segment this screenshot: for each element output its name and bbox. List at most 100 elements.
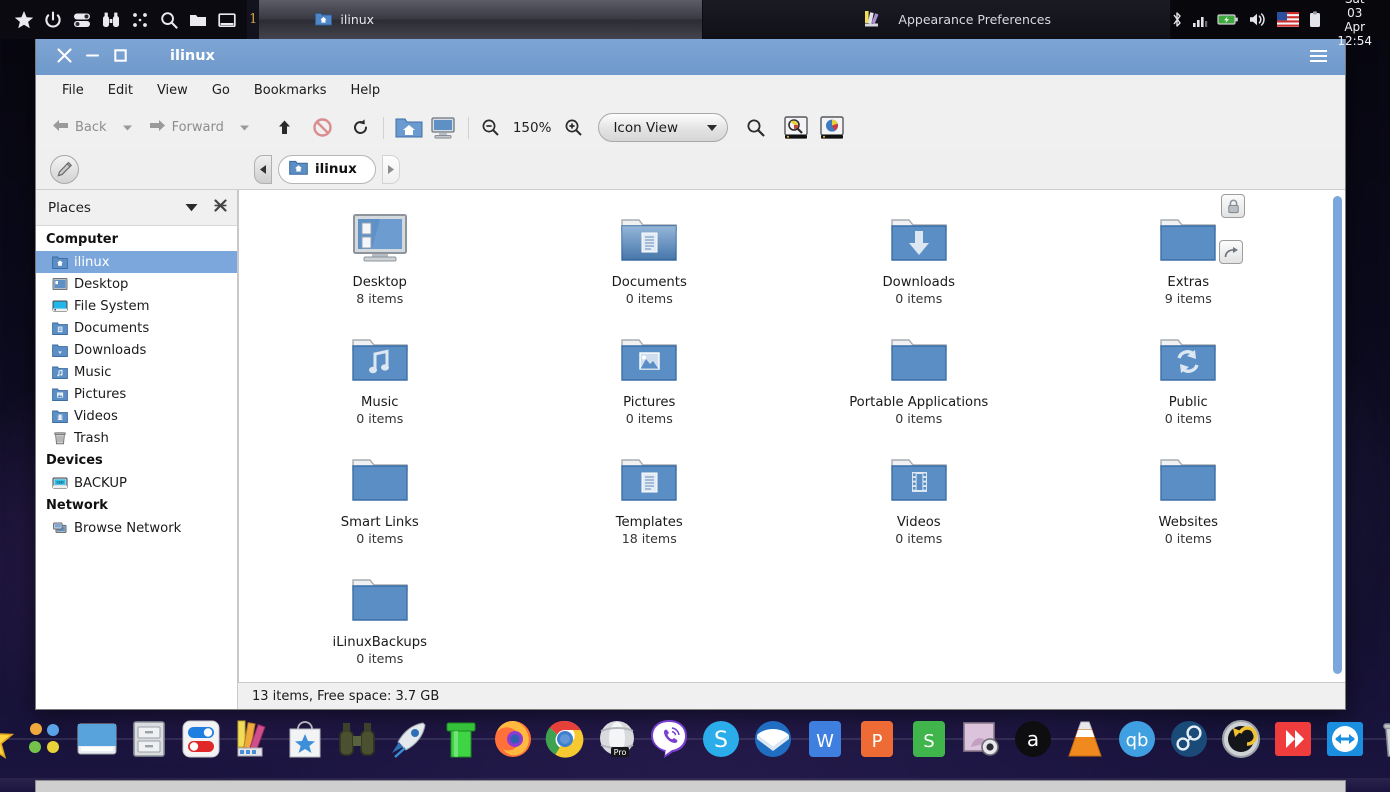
rocket-launcher-icon[interactable] <box>387 716 431 762</box>
menu-bookmarks[interactable]: Bookmarks <box>242 80 339 101</box>
file-item-documents[interactable]: Documents 0 items <box>515 204 785 324</box>
file-item-websites[interactable]: Websites 0 items <box>1054 444 1324 564</box>
sidebar-item-downloads[interactable]: Downloads <box>36 339 237 361</box>
sidebar-item-documents[interactable]: Documents <box>36 317 237 339</box>
chevron-down-icon[interactable] <box>185 200 198 216</box>
color-palette-icon[interactable] <box>231 716 275 762</box>
sidebar-item-videos[interactable]: Videos <box>36 405 237 427</box>
undo-restore-icon[interactable] <box>1219 716 1263 762</box>
anydesk-icon[interactable] <box>1271 716 1315 762</box>
zoom-in-icon[interactable] <box>560 115 586 141</box>
settings-toggles-icon[interactable] <box>179 716 223 762</box>
menu-go[interactable]: Go <box>200 80 242 101</box>
firefox-icon[interactable] <box>491 716 535 762</box>
maximize-icon[interactable] <box>106 42 134 70</box>
file-item-portable-applications[interactable]: Portable Applications 0 items <box>784 324 1054 444</box>
sidebar-item-trash[interactable]: Trash <box>36 427 237 449</box>
window-icon[interactable] <box>217 10 237 30</box>
dots-grid-icon[interactable] <box>130 10 150 30</box>
forward-dropdown-icon[interactable] <box>232 115 258 141</box>
workspace-number[interactable]: 1 <box>247 0 260 39</box>
search-icon[interactable] <box>742 115 768 141</box>
menu-file[interactable]: File <box>50 80 96 101</box>
vertical-scrollbar[interactable] <box>1329 190 1345 682</box>
menu-edit[interactable]: Edit <box>96 80 145 101</box>
forward-button[interactable]: Forward <box>143 116 230 139</box>
spreadsheet-icon[interactable]: S <box>907 716 951 762</box>
scrollbar-thumb[interactable] <box>1332 196 1342 674</box>
star-favorites-icon[interactable] <box>0 716 15 762</box>
sidebar-item-ilinux[interactable]: ilinux <box>36 251 237 273</box>
binoculars-icon[interactable] <box>335 716 379 762</box>
battery-icon[interactable] <box>1217 10 1239 30</box>
viber-icon[interactable] <box>647 716 691 762</box>
amazon-icon[interactable]: a <box>1011 716 1055 762</box>
back-button[interactable]: Back <box>46 116 113 139</box>
disk-usage-icon[interactable] <box>818 115 846 141</box>
sidebar-item-pictures[interactable]: Pictures <box>36 383 237 405</box>
file-item-videos[interactable]: Videos 0 items <box>784 444 1054 564</box>
minimize-icon[interactable] <box>78 42 106 70</box>
sidebar-item-backup[interactable]: SSD BACKUP <box>36 472 237 494</box>
menu-view[interactable]: View <box>145 80 200 101</box>
triangle-left-icon[interactable] <box>254 154 272 184</box>
triangle-right-icon[interactable] <box>381 154 400 184</box>
clipboard-icon[interactable] <box>1308 10 1322 30</box>
app-store-icon[interactable] <box>283 716 327 762</box>
reload-icon[interactable] <box>348 115 374 141</box>
zoom-out-icon[interactable] <box>478 115 504 141</box>
breadcrumb-ilinux[interactable]: ilinux <box>278 154 376 184</box>
pencil-edit-icon[interactable] <box>50 154 79 184</box>
chrome-icon[interactable] <box>543 716 587 762</box>
close-icon[interactable] <box>50 42 78 70</box>
up-arrow-icon[interactable] <box>272 115 298 141</box>
bluetooth-icon[interactable] <box>1171 10 1183 30</box>
close-icon[interactable] <box>214 199 227 216</box>
menu-help[interactable]: Help <box>338 80 392 101</box>
file-item-templates[interactable]: Templates 18 items <box>515 444 785 564</box>
sidebar-item-music[interactable]: Music <box>36 361 237 383</box>
steam-icon[interactable] <box>1167 716 1211 762</box>
signal-bars-icon[interactable] <box>1192 10 1208 30</box>
sidebar-item-file-system[interactable]: File System <box>36 295 237 317</box>
trash-icon[interactable] <box>1375 716 1390 762</box>
sidebar-item-desktop[interactable]: Desktop <box>36 273 237 295</box>
green-pipe-icon[interactable] <box>439 716 483 762</box>
opera-pro-icon[interactable]: Pro <box>595 716 639 762</box>
colored-dots-icon[interactable] <box>23 716 67 762</box>
file-manager-icon[interactable] <box>75 716 119 762</box>
writer-icon[interactable]: W <box>803 716 847 762</box>
file-item-ilinuxbackups[interactable]: iLinuxBackups 0 items <box>245 564 515 682</box>
computer-icon[interactable] <box>427 114 459 142</box>
find-files-icon[interactable] <box>782 115 810 141</box>
power-icon[interactable] <box>43 10 63 30</box>
file-item-downloads[interactable]: Downloads 0 items <box>784 204 1054 324</box>
back-dropdown-icon[interactable] <box>115 115 141 141</box>
stop-icon[interactable] <box>310 115 336 141</box>
home-icon[interactable] <box>393 114 425 142</box>
file-item-desktop[interactable]: Desktop 8 items <box>245 204 515 324</box>
screenshot-icon[interactable] <box>959 716 1003 762</box>
vlc-icon[interactable] <box>1063 716 1107 762</box>
file-item-pictures[interactable]: Pictures 0 items <box>515 324 785 444</box>
binoculars-icon[interactable] <box>101 10 121 30</box>
toggles-icon[interactable] <box>72 10 92 30</box>
qbittorrent-icon[interactable]: qb <box>1115 716 1159 762</box>
task-button-appearance-preferences[interactable]: Appearance Preferences <box>703 0 1172 39</box>
clock[interactable]: Sat 03 Apr 12:54 <box>1331 0 1380 48</box>
archive-cabinet-icon[interactable] <box>127 716 171 762</box>
presentation-icon[interactable]: P <box>855 716 899 762</box>
search-icon[interactable] <box>159 10 179 30</box>
thunderbird-icon[interactable] <box>751 716 795 762</box>
star-icon[interactable] <box>14 10 34 30</box>
task-button-ilinux[interactable]: ilinux <box>259 0 704 39</box>
file-item-public[interactable]: Public 0 items <box>1054 324 1324 444</box>
teamviewer-icon[interactable] <box>1323 716 1367 762</box>
file-item-extras[interactable]: Extras 9 items <box>1054 194 1324 324</box>
sidebar-item-browse-network[interactable]: Browse Network <box>36 517 237 539</box>
view-mode-select[interactable]: Icon View <box>598 113 729 142</box>
file-item-music[interactable]: Music 0 items <box>245 324 515 444</box>
us-flag-icon[interactable] <box>1277 10 1300 30</box>
volume-icon[interactable] <box>1248 10 1268 30</box>
file-item-smart-links[interactable]: Smart Links 0 items <box>245 444 515 564</box>
